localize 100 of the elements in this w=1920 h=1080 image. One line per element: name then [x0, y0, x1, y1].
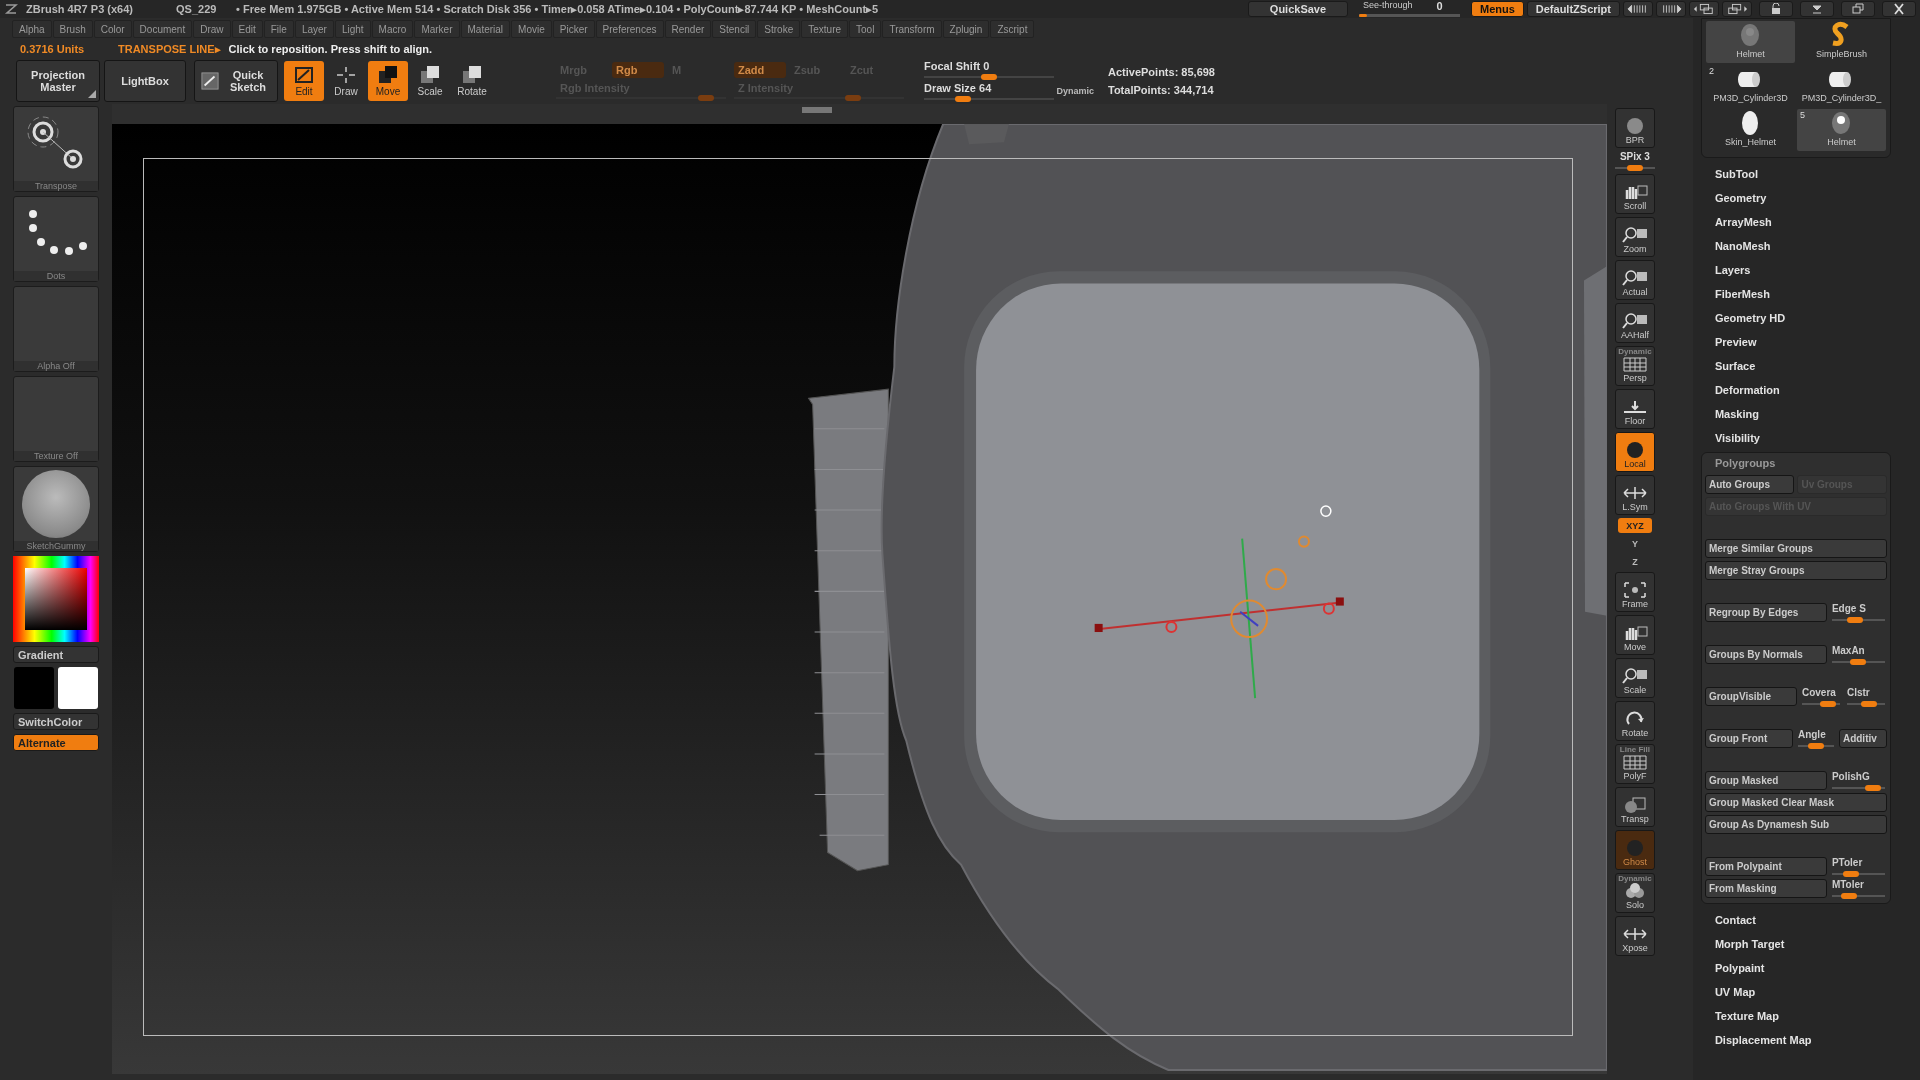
menu-item[interactable]: Draw [193, 20, 231, 38]
aahalf-button[interactable]: AAHalf [1614, 303, 1655, 343]
polygroup-button[interactable]: GroupVisible [1704, 687, 1797, 706]
menu-item[interactable]: Stroke [757, 20, 801, 38]
xpose-button[interactable]: Xpose [1614, 916, 1655, 956]
material-swatch[interactable]: SketchGummy [13, 466, 99, 552]
palette-section[interactable]: SubTool [1700, 162, 1920, 186]
persp-button[interactable]: Dynamic Persp [1614, 346, 1655, 386]
scroll-left-button[interactable] [1623, 1, 1653, 17]
menu-item[interactable]: Preferences [595, 20, 664, 38]
palette-section[interactable]: ArrayMesh [1700, 210, 1920, 234]
see-through-slider[interactable]: See-through 0 [1354, 0, 1468, 18]
polygroup-button[interactable]: Group Front [1704, 729, 1793, 748]
menu-item[interactable]: Marker [414, 20, 460, 38]
menu-item[interactable]: Picker [552, 20, 595, 38]
menu-item[interactable]: Render [664, 20, 712, 38]
parameter-slider[interactable]: Angle [1795, 729, 1836, 749]
parameter-slider[interactable]: Edge S [1829, 603, 1887, 623]
menu-item[interactable]: Transform [882, 20, 942, 38]
gradient-button[interactable]: Gradient [13, 646, 99, 663]
rotate-tool-button[interactable]: Rotate [452, 61, 492, 101]
menu-item[interactable]: Light [334, 20, 371, 38]
channel-toggle[interactable]: Rgb [612, 62, 664, 78]
menu-item[interactable]: Texture [801, 20, 849, 38]
menu-item[interactable]: Alpha [12, 20, 52, 38]
palette-section[interactable]: Surface [1700, 354, 1920, 378]
menu-item[interactable]: Zplugin [942, 20, 990, 38]
palette-section[interactable]: Polygroups [1704, 453, 1887, 473]
palette-section[interactable]: Visibility [1700, 426, 1920, 450]
edit-tool-button[interactable]: Edit [284, 61, 324, 101]
scale-button[interactable]: Scale [1614, 658, 1655, 698]
close-button[interactable] [1882, 1, 1916, 17]
quick-sketch-button[interactable]: Quick Sketch [194, 60, 278, 102]
zoom-button[interactable]: Zoom [1614, 217, 1655, 257]
scale-tool-button[interactable]: Scale [410, 61, 450, 101]
default-zscript-button[interactable]: DefaultZScript [1526, 1, 1620, 17]
subtool-thumbnail[interactable]: Skin_Helmet [1705, 109, 1795, 151]
polygroup-button[interactable]: Regroup By Edges [1704, 603, 1827, 622]
menu-item[interactable]: File [263, 20, 294, 38]
palette-section[interactable]: NanoMesh [1700, 234, 1920, 258]
lock-button[interactable] [1759, 1, 1793, 17]
polygroup-button[interactable]: From Polypaint [1704, 857, 1827, 876]
menu-item[interactable]: Tool [849, 20, 882, 38]
rotate-button[interactable]: Rotate [1614, 701, 1655, 741]
spix-slider[interactable]: SPix 3 [1612, 151, 1657, 171]
transp-button[interactable]: Transp [1614, 787, 1655, 827]
parameter-slider[interactable]: Clstr [1844, 687, 1887, 707]
floor-button[interactable]: Floor [1614, 389, 1655, 429]
parameter-slider[interactable]: MToler [1829, 879, 1887, 899]
subtool-thumbnail[interactable]: Helmet [1705, 21, 1795, 63]
frame-button[interactable]: Frame [1614, 572, 1655, 612]
axis-button[interactable]: Z [1617, 554, 1652, 569]
palette-section[interactable]: FiberMesh [1700, 282, 1920, 306]
palette-section[interactable]: Geometry HD [1700, 306, 1920, 330]
polygroup-button[interactable]: Merge Stray Groups [1704, 561, 1887, 580]
minimize-button[interactable] [1800, 1, 1834, 17]
lsym-button[interactable]: L.Sym [1614, 475, 1655, 515]
menu-item[interactable]: Brush [52, 20, 93, 38]
switch-color-button[interactable]: SwitchColor [13, 713, 99, 730]
menu-item[interactable]: Layer [294, 20, 334, 38]
quicksave-button[interactable]: QuickSave [1247, 1, 1348, 17]
main-color-swatch[interactable] [14, 667, 54, 709]
parameter-slider[interactable]: Covera [1799, 687, 1842, 707]
polygroup-button[interactable]: Group Masked Clear Mask [1704, 793, 1887, 812]
polygroup-button[interactable]: Group As Dynamesh Sub [1704, 815, 1887, 834]
subtool-thumbnail[interactable]: 2 PM3D_Cylinder3D [1705, 65, 1795, 107]
layout-button[interactable] [1689, 1, 1719, 17]
solo-button[interactable]: Dynamic Solo [1614, 873, 1655, 913]
scroll-right-button[interactable] [1656, 1, 1686, 17]
palette-section[interactable]: Deformation [1700, 378, 1920, 402]
brush-thumbnail[interactable]: Transpose [13, 106, 99, 192]
local-button[interactable]: Local [1614, 432, 1655, 472]
slider[interactable]: Draw Size 64 Dynamic [924, 82, 1094, 102]
polygroup-button[interactable]: Groups By Normals [1704, 645, 1827, 664]
menu-item[interactable]: Movie [511, 20, 552, 38]
menu-item[interactable]: Document [132, 20, 193, 38]
empty-slot[interactable]: Alpha Off [13, 286, 99, 372]
menu-item[interactable]: Stencil [712, 20, 757, 38]
dynamic-label[interactable]: Dynamic [1056, 86, 1094, 96]
polygroup-button[interactable]: Merge Similar Groups [1704, 539, 1887, 558]
palette-section[interactable]: Texture Map [1700, 1004, 1920, 1028]
axis-button[interactable]: Y [1617, 536, 1652, 551]
projection-master-button[interactable]: Projection Master [16, 60, 100, 102]
axis-button[interactable]: XYZ [1617, 518, 1652, 533]
move-button[interactable]: Move [1614, 615, 1655, 655]
slider[interactable]: Focal Shift 0 [924, 60, 1094, 80]
menu-item[interactable]: Color [93, 20, 132, 38]
actual-button[interactable]: Actual [1614, 260, 1655, 300]
palette-section[interactable]: Preview [1700, 330, 1920, 354]
secondary-color-swatch[interactable] [58, 667, 98, 709]
ghost-button[interactable]: Ghost [1614, 830, 1655, 870]
scroll-handle[interactable] [802, 107, 832, 113]
subtool-thumbnail[interactable]: PM3D_Cylinder3D_ [1796, 65, 1886, 107]
parameter-slider[interactable]: MaxAn [1829, 645, 1887, 665]
subtool-thumbnail[interactable]: SimpleBrush [1796, 21, 1886, 63]
palette-section[interactable]: Geometry [1700, 186, 1920, 210]
palette-section[interactable]: Masking [1700, 402, 1920, 426]
palette-section[interactable]: UV Map [1700, 980, 1920, 1004]
move-tool-button[interactable]: Move [368, 61, 408, 101]
palette-section[interactable]: Displacement Map [1700, 1028, 1920, 1052]
